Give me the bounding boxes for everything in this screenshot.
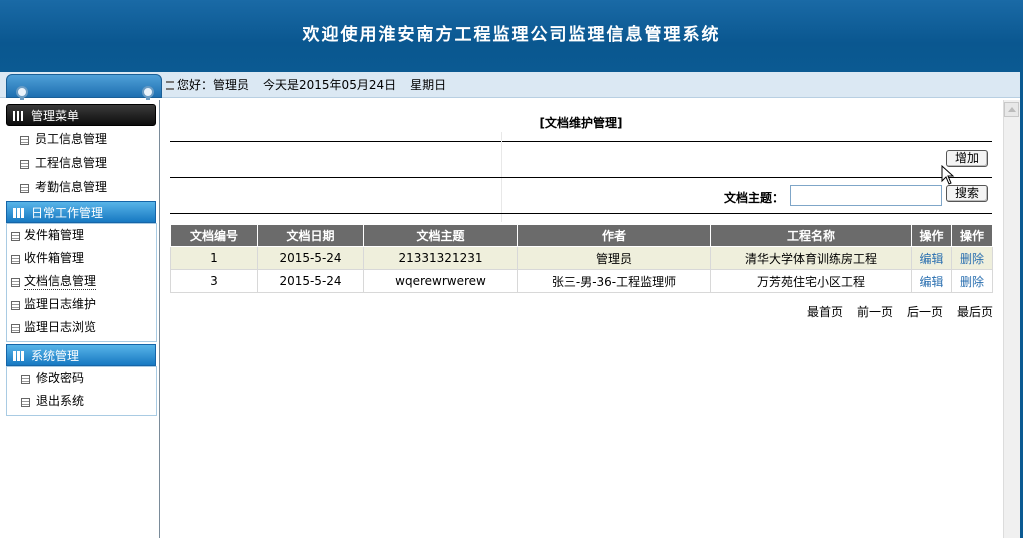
vertical-scrollbar[interactable] — [1003, 100, 1020, 538]
menu-box-daily: 发件箱管理 收件箱管理 文档信息管理 监理日志维护 监理日志浏览 — [6, 223, 157, 342]
cell-subject: 21331321231 — [363, 246, 518, 270]
table-row: 3 2015-5-24 wqerewrwerew 张三-男-36-工程监理师 万… — [170, 269, 993, 293]
menu-header-system[interactable]: 系统管理 — [6, 344, 156, 366]
doc-icon — [11, 278, 20, 287]
sidebar-item-documents[interactable]: 文档信息管理 — [7, 270, 156, 293]
page-title: [文档维护管理] — [539, 116, 623, 130]
col-header-subject: 文档主题 — [363, 224, 518, 247]
doc-icon — [20, 136, 29, 145]
menu-header-daily[interactable]: 日常工作管理 — [6, 201, 156, 223]
sidebar-item-inbox[interactable]: 收件箱管理 — [7, 247, 156, 270]
col-header-date: 文档日期 — [257, 224, 364, 247]
cell-author: 张三-男-36-工程监理师 — [517, 269, 711, 293]
sidebar-item-label: 修改密码 — [36, 371, 85, 385]
greeting-weekday: 星期日 — [410, 78, 447, 92]
doc-icon — [20, 160, 29, 169]
col-header-action: 操作 — [951, 224, 993, 247]
doc-icon — [21, 398, 30, 407]
list-icon — [166, 81, 174, 90]
doc-icon — [21, 375, 30, 384]
divider — [170, 177, 992, 178]
cell-subject: wqerewrwerew — [363, 269, 518, 293]
table-row: 1 2015-5-24 21331321231 管理员 清华大学体育训练房工程 … — [170, 246, 993, 270]
cell-author: 管理员 — [517, 246, 711, 270]
menu-header-main[interactable]: 管理菜单 — [6, 104, 156, 126]
col-header-action: 操作 — [911, 224, 952, 247]
doc-icon — [11, 301, 20, 310]
table-header-row: 文档编号 文档日期 文档主题 作者 工程名称 操作 操作 — [170, 224, 993, 247]
menu-header-daily-label: 日常工作管理 — [31, 206, 104, 220]
doc-icon — [11, 255, 20, 264]
list-icon — [13, 208, 25, 218]
delete-link[interactable]: 删除 — [951, 246, 993, 270]
scroll-up-icon[interactable] — [1004, 102, 1019, 117]
search-button[interactable]: 搜索 — [946, 185, 988, 202]
divider — [170, 213, 992, 214]
sidebar-item-change-password[interactable]: 修改密码 — [7, 367, 156, 390]
sidebar-item-label: 员工信息管理 — [35, 132, 108, 146]
col-header-author: 作者 — [517, 224, 711, 247]
app-window: 欢迎使用淮安南方工程监理公司监理信息管理系统 您好：管理员 今天是2015年05月… — [0, 0, 1023, 538]
cell-project: 万芳苑住宅小区工程 — [710, 269, 912, 293]
cell-date: 2015-5-24 — [257, 269, 364, 293]
search-input[interactable] — [790, 185, 942, 206]
doc-icon — [11, 232, 20, 241]
doc-icon — [11, 324, 20, 333]
sidebar-item-label: 文档信息管理 — [24, 274, 97, 290]
edit-link[interactable]: 编辑 — [911, 246, 952, 270]
knob-left-icon — [16, 86, 28, 98]
col-header-id: 文档编号 — [170, 224, 258, 247]
sidebar-item-logout[interactable]: 退出系统 — [7, 390, 156, 413]
cell-project: 清华大学体育训练房工程 — [710, 246, 912, 270]
sidebar-item-outbox[interactable]: 发件箱管理 — [7, 224, 156, 247]
delete-link[interactable]: 删除 — [951, 269, 993, 293]
doc-icon — [20, 184, 29, 193]
cell-id: 1 — [170, 246, 258, 270]
sidebar-item-label: 工程信息管理 — [35, 156, 108, 170]
menu-box-system: 修改密码 退出系统 — [6, 366, 157, 416]
sidebar-cap — [6, 74, 162, 98]
sidebar-item-attendance[interactable]: 考勤信息管理 — [6, 176, 156, 199]
sidebar-item-label: 发件箱管理 — [24, 228, 85, 242]
sidebar-item-label: 收件箱管理 — [24, 251, 85, 265]
search-label: 文档主题： — [724, 191, 785, 205]
divider — [170, 141, 992, 142]
sidebar-item-log-maintain[interactable]: 监理日志维护 — [7, 293, 156, 316]
pager-first-link[interactable]: 最首页 — [807, 304, 843, 320]
documents-table: 文档编号 文档日期 文档主题 作者 工程名称 操作 操作 1 2015-5-24… — [170, 224, 993, 293]
header-banner: 欢迎使用淮安南方工程监理公司监理信息管理系统 — [0, 0, 1023, 72]
greeting-date: 今天是2015年05月24日 — [263, 78, 397, 92]
col-header-project: 工程名称 — [710, 224, 912, 247]
sidebar-item-log-browse[interactable]: 监理日志浏览 — [7, 316, 156, 339]
grid-icon — [13, 111, 25, 121]
knob-right-icon — [142, 86, 154, 98]
cell-date: 2015-5-24 — [257, 246, 364, 270]
sidebar-item-label: 退出系统 — [36, 394, 85, 408]
sidebar-item-label: 监理日志维护 — [24, 297, 97, 311]
menu-header-main-label: 管理菜单 — [31, 109, 80, 123]
list-icon — [13, 351, 25, 361]
sidebar-item-project[interactable]: 工程信息管理 — [6, 152, 156, 175]
sidebar-item-label: 监理日志浏览 — [24, 320, 97, 334]
menu-header-system-label: 系统管理 — [31, 349, 80, 363]
sidebar-item-label: 考勤信息管理 — [35, 180, 108, 194]
pager-prev-link[interactable]: 前一页 — [857, 304, 893, 320]
app-title: 欢迎使用淮安南方工程监理公司监理信息管理系统 — [302, 25, 721, 45]
pager-last-link[interactable]: 最后页 — [957, 304, 993, 320]
pager-next-link[interactable]: 后一页 — [907, 304, 943, 320]
edit-link[interactable]: 编辑 — [911, 269, 952, 293]
greeting-text: 您好：管理员 今天是2015年05月24日 星期日 — [166, 76, 460, 94]
sidebar-item-employee[interactable]: 员工信息管理 — [6, 128, 156, 151]
greeting-hello: 您好：管理员 — [177, 78, 250, 92]
cell-id: 3 — [170, 269, 258, 293]
